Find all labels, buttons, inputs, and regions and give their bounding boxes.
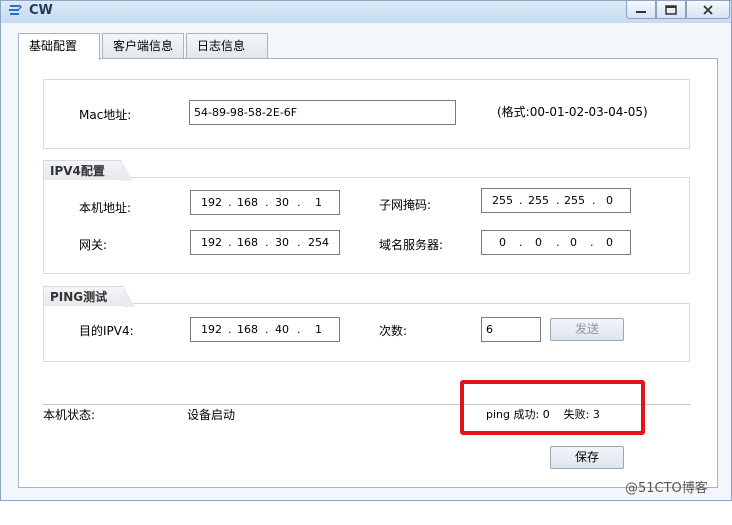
ip-octet: 30 xyxy=(275,196,289,209)
send-button[interactable]: 发送 xyxy=(550,318,624,341)
status-label: 本机状态: xyxy=(43,408,96,422)
ip-octet: 255 xyxy=(564,194,585,207)
save-button[interactable]: 保存 xyxy=(550,446,624,469)
mac-address-field[interactable]: 54-89-98-58-2E-6F xyxy=(189,100,456,125)
count-field[interactable]: 6 xyxy=(481,317,541,342)
count-label: 次数: xyxy=(379,324,408,338)
subnet-mask-label: 子网掩码: xyxy=(379,198,432,212)
target-ip-label: 目的IPV4: xyxy=(79,324,134,338)
ip-dot: . xyxy=(228,236,232,249)
status-value: 设备启动 xyxy=(187,408,236,422)
ip-dot: . xyxy=(265,236,269,249)
ip-octet: 0 xyxy=(606,194,613,207)
ip-octet: 0 xyxy=(535,236,542,249)
ip-octet: 254 xyxy=(308,236,329,249)
subnet-mask-field[interactable]: 255 . 255 . 255 . 0 xyxy=(481,188,631,213)
ipv4-group-title: IPV4配置 xyxy=(43,160,133,181)
ip-octet: 0 xyxy=(499,236,506,249)
ip-dot: . xyxy=(519,236,523,249)
ip-octet: 0 xyxy=(606,236,613,249)
local-address-label: 本机地址: xyxy=(79,201,132,215)
ip-octet: 168 xyxy=(237,323,258,336)
ip-octet: 30 xyxy=(275,236,289,249)
ip-dot: . xyxy=(297,196,301,209)
tab-client-info[interactable]: 客户端信息 xyxy=(102,33,184,59)
mac-format-hint: (格式:00-01-02-03-04-05) xyxy=(497,105,648,119)
local-address-field[interactable]: 192 . 168 . 30 . 1 xyxy=(190,190,340,215)
tab-basic-config[interactable]: 基础配置 xyxy=(18,33,100,60)
dns-label: 域名服务器: xyxy=(379,238,444,252)
ip-octet: 1 xyxy=(315,323,322,336)
ip-octet: 0 xyxy=(570,236,577,249)
ping-group-title: PING测试 xyxy=(43,286,136,307)
ip-dot: . xyxy=(556,194,560,207)
ip-octet: 1 xyxy=(315,196,322,209)
ip-octet: 255 xyxy=(528,194,549,207)
ip-dot: . xyxy=(592,194,596,207)
mac-label: Mac地址: xyxy=(79,108,132,122)
watermark-text: @51CTO博客 xyxy=(625,481,708,496)
ip-octet: 40 xyxy=(275,323,289,336)
maximize-button[interactable] xyxy=(656,1,686,19)
window-title: CW xyxy=(29,3,53,18)
ip-dot: . xyxy=(228,323,232,336)
ip-dot: . xyxy=(265,196,269,209)
ip-dot: . xyxy=(519,194,523,207)
target-ip-field[interactable]: 192 . 168 . 40 . 1 xyxy=(190,317,340,342)
maximize-icon xyxy=(665,4,677,15)
ip-dot: . xyxy=(556,236,560,249)
gateway-field[interactable]: 192 . 168 . 30 . 254 xyxy=(190,230,340,255)
tab-log-info[interactable]: 日志信息 xyxy=(186,33,268,59)
ip-octet: 192 xyxy=(201,196,222,209)
ip-dot: . xyxy=(228,196,232,209)
minimize-button[interactable] xyxy=(626,1,656,19)
gateway-label: 网关: xyxy=(79,238,108,252)
ip-dot: . xyxy=(265,323,269,336)
close-button[interactable] xyxy=(686,1,730,19)
ip-octet: 192 xyxy=(201,323,222,336)
ip-octet: 255 xyxy=(492,194,513,207)
ip-dot: . xyxy=(297,323,301,336)
app-icon xyxy=(9,4,23,15)
ip-dot: . xyxy=(590,236,594,249)
minimize-icon xyxy=(636,10,646,13)
ip-octet: 168 xyxy=(237,236,258,249)
title-bar[interactable]: CW xyxy=(1,1,731,23)
close-icon xyxy=(703,4,713,15)
dns-field[interactable]: 0 . 0 . 0 . 0 xyxy=(481,230,631,255)
ip-octet: 168 xyxy=(237,196,258,209)
ip-octet: 192 xyxy=(201,236,222,249)
ip-dot: . xyxy=(297,236,301,249)
highlight-box xyxy=(460,380,645,435)
main-window: CW 基础配置 客户端信息 日志信息 Mac地址: 54-89-98-58-2E… xyxy=(0,0,732,501)
